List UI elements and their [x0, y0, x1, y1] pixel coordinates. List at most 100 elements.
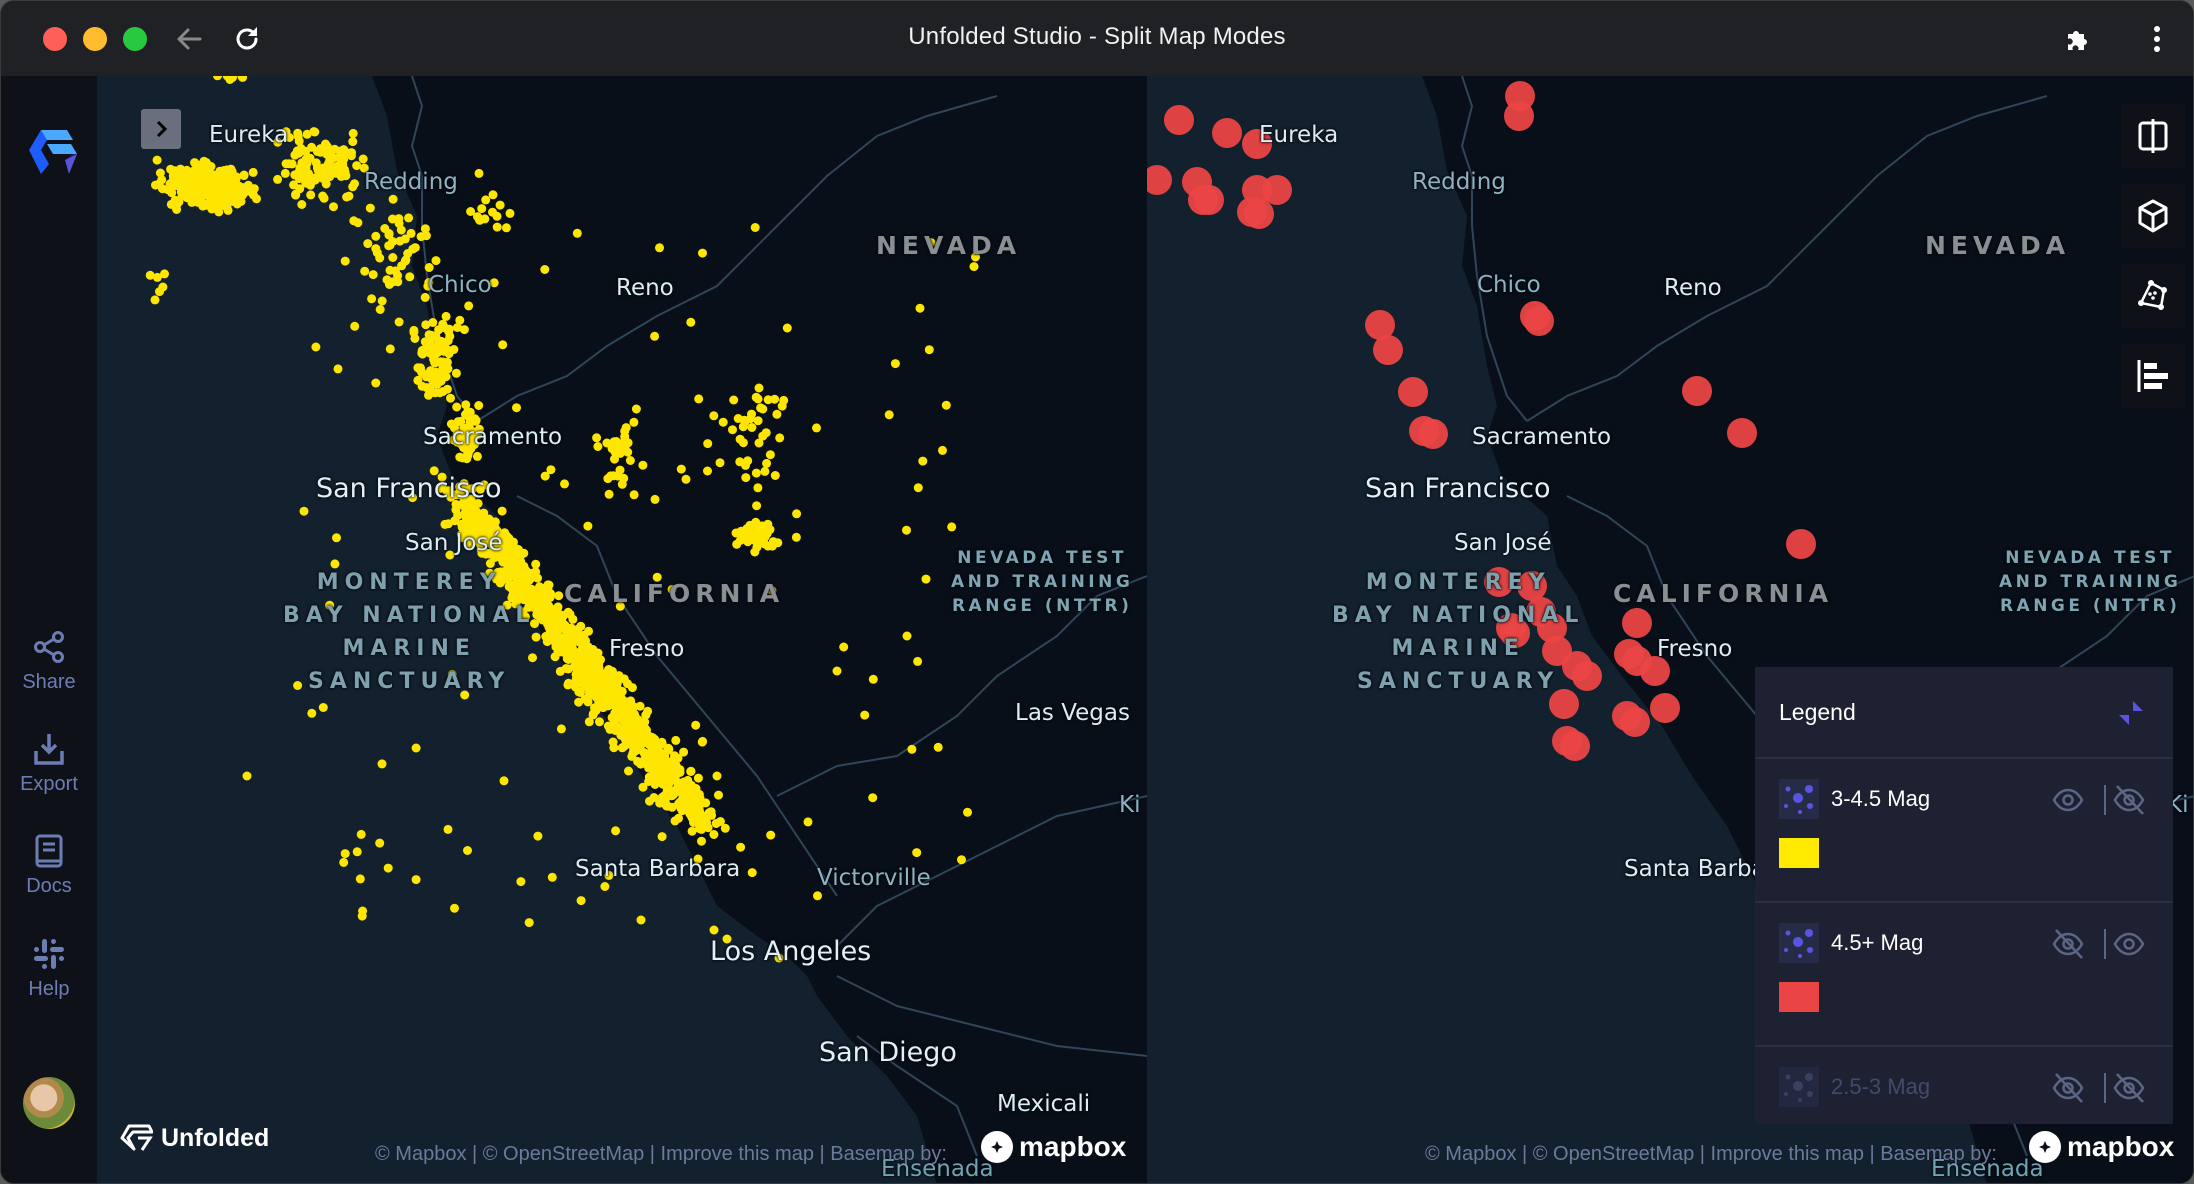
right-map-visibility-eye-off-icon[interactable] — [2112, 1071, 2146, 1110]
earthquake-point[interactable] — [329, 202, 338, 212]
earthquake-point[interactable] — [1620, 707, 1650, 737]
earthquake-point[interactable] — [394, 317, 404, 327]
earthquake-point[interactable] — [579, 630, 589, 640]
earthquake-point[interactable] — [938, 445, 947, 455]
earthquake-point[interactable] — [291, 190, 301, 200]
earthquake-point[interactable] — [350, 321, 360, 331]
earthquake-point[interactable] — [539, 599, 549, 609]
earthquake-point[interactable] — [222, 165, 232, 175]
earthquake-point[interactable] — [375, 305, 385, 314]
earthquake-point[interactable] — [555, 666, 565, 676]
earthquake-point[interactable] — [281, 159, 291, 169]
earthquake-point[interactable] — [190, 158, 200, 168]
earthquake-point[interactable] — [635, 701, 645, 711]
earthquake-point[interactable] — [516, 877, 526, 887]
earthquake-point[interactable] — [1194, 185, 1224, 215]
earthquake-point[interactable] — [645, 796, 654, 806]
earthquake-point[interactable] — [572, 228, 582, 238]
earthquake-point[interactable] — [740, 417, 750, 427]
earthquake-point[interactable] — [902, 631, 912, 641]
left-map-view[interactable]: Eureka Redding Chico Reno NEVADA Sacrame… — [97, 76, 1147, 1183]
earthquake-point[interactable] — [230, 190, 240, 200]
earthquake-point[interactable] — [689, 818, 698, 827]
earthquake-point[interactable] — [671, 735, 681, 745]
earthquake-point[interactable] — [383, 863, 393, 873]
earthquake-point[interactable] — [698, 736, 708, 746]
earthquake-point[interactable] — [812, 423, 821, 433]
earthquake-point[interactable] — [238, 76, 248, 82]
earthquake-point[interactable] — [720, 823, 730, 833]
earthquake-point[interactable] — [461, 400, 471, 410]
earthquake-point[interactable] — [428, 318, 438, 327]
earthquake-point[interactable] — [436, 367, 446, 377]
extensions-puzzle-icon[interactable] — [2059, 21, 2095, 57]
earthquake-point[interactable] — [741, 473, 751, 483]
split-map-button[interactable] — [2121, 104, 2185, 168]
earthquake-point[interactable] — [571, 674, 581, 684]
earthquake-point[interactable] — [540, 265, 550, 274]
earthquake-point[interactable] — [643, 706, 653, 716]
earthquake-point[interactable] — [758, 431, 768, 441]
right-map-visibility-eye-off-icon[interactable] — [2112, 783, 2146, 822]
earthquake-point[interactable] — [340, 256, 350, 266]
earthquake-point[interactable] — [921, 574, 931, 584]
share-button[interactable]: Share — [1, 629, 97, 694]
earthquake-point[interactable] — [638, 460, 648, 470]
earthquake-point[interactable] — [1398, 377, 1428, 407]
earthquake-point[interactable] — [813, 891, 822, 901]
earthquake-point[interactable] — [649, 768, 659, 778]
earthquake-point[interactable] — [619, 697, 629, 707]
earthquake-point[interactable] — [430, 388, 440, 398]
earthquake-point[interactable] — [298, 167, 307, 177]
earthquake-point[interactable] — [213, 76, 222, 81]
earthquake-point[interactable] — [770, 394, 780, 404]
earthquake-point[interactable] — [348, 128, 358, 138]
earthquake-point[interactable] — [405, 272, 415, 282]
earthquake-point[interactable] — [609, 743, 619, 753]
earthquake-point[interactable] — [297, 200, 307, 209]
earthquake-point[interactable] — [474, 168, 484, 178]
earthquake-point[interactable] — [172, 172, 181, 182]
earthquake-point[interactable] — [411, 743, 421, 753]
earthquake-point[interactable] — [492, 222, 502, 232]
earthquake-point[interactable] — [409, 325, 419, 335]
earthquake-point[interactable] — [792, 509, 802, 519]
earthquake-point[interactable] — [616, 688, 626, 698]
earthquake-point[interactable] — [477, 204, 487, 214]
earthquake-point[interactable] — [629, 417, 639, 427]
earthquake-point[interactable] — [753, 483, 763, 493]
earthquake-point[interactable] — [765, 450, 775, 460]
earthquake-point[interactable] — [424, 263, 434, 272]
earthquake-point[interactable] — [410, 243, 420, 253]
earthquake-point[interactable] — [160, 269, 169, 279]
earthquake-point[interactable] — [754, 530, 764, 540]
earthquake-point[interactable] — [594, 681, 604, 691]
earthquake-point[interactable] — [947, 522, 957, 532]
earthquake-point[interactable] — [280, 168, 290, 178]
earthquake-point[interactable] — [703, 439, 713, 449]
earthquake-point[interactable] — [375, 838, 385, 848]
draw-polygon-button[interactable] — [2121, 264, 2185, 328]
earthquake-point[interactable] — [551, 608, 561, 618]
earthquake-point[interactable] — [890, 359, 900, 369]
earthquake-point[interactable] — [238, 183, 248, 193]
earthquake-point[interactable] — [884, 410, 894, 420]
earthquake-point[interactable] — [340, 849, 350, 859]
earthquake-point[interactable] — [342, 192, 352, 202]
earthquake-point[interactable] — [204, 182, 214, 191]
earthquake-point[interactable] — [610, 454, 619, 464]
earthquake-point[interactable] — [533, 831, 543, 841]
earthquake-point[interactable] — [367, 294, 377, 304]
earthquake-point[interactable] — [273, 174, 283, 184]
earthquake-point[interactable] — [591, 705, 601, 715]
earthquake-point[interactable] — [600, 882, 610, 891]
earthquake-point[interactable] — [434, 336, 444, 346]
earthquake-point[interactable] — [206, 190, 216, 200]
earthquake-point[interactable] — [358, 154, 368, 164]
earthquake-point[interactable] — [570, 661, 580, 671]
earthquake-point[interactable] — [355, 874, 365, 884]
earthquake-point[interactable] — [609, 437, 619, 447]
earthquake-point[interactable] — [512, 403, 521, 413]
earthquake-point[interactable] — [473, 212, 482, 222]
earthquake-point[interactable] — [455, 315, 465, 325]
